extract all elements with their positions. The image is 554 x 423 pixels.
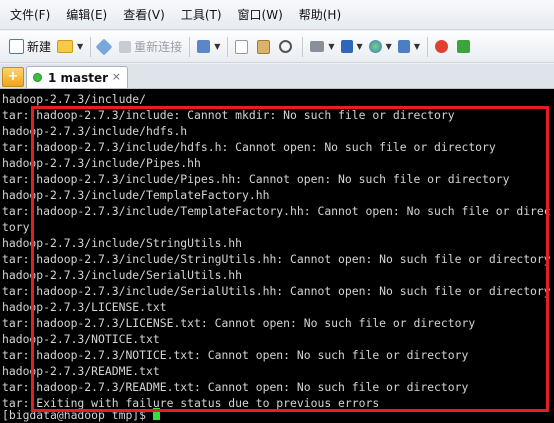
terminal-line: tar: hadoop-2.7.3/include: Cannot mkdir:… [2,108,455,122]
new-session-icon [9,39,24,54]
terminal-prompt-line: [bigdata@hadoop tmp]$ [2,407,160,423]
close-icon[interactable]: × [112,70,121,83]
terminal-line: hadoop-2.7.3/include/ [2,92,147,106]
add-tab-button[interactable]: + [2,67,24,87]
paste-button[interactable] [254,36,276,58]
reconnect-button[interactable]: 重新连接 [116,36,185,58]
terminal-line: hadoop-2.7.3/include/TemplateFactory.hh [2,188,270,202]
properties-icon [197,40,211,53]
print-icon [310,41,325,52]
terminal-line: tar: hadoop-2.7.3/include/Pipes.hh: Cann… [2,172,510,186]
copy-button[interactable] [232,36,254,58]
terminal-line: tar: hadoop-2.7.3/NOTICE.txt: Cannot ope… [2,348,469,362]
terminal-line: tar: hadoop-2.7.3/include/TemplateFactor… [2,204,551,218]
globe-button[interactable]: ▼ [366,36,395,58]
terminal-line: hadoop-2.7.3/include/hdfs.h [2,124,188,138]
print-button[interactable]: ▼ [307,36,337,58]
properties-button[interactable]: ▼ [194,36,223,58]
menu-edit[interactable]: 编辑(E) [66,4,107,25]
reconnect-icon [119,40,132,53]
terminal-line: hadoop-2.7.3/include/SerialUtils.hh [2,268,243,282]
terminal-line: tar: hadoop-2.7.3/LICENSE.txt: Cannot op… [2,316,476,330]
menu-view[interactable]: 查看(V) [123,4,165,25]
terminal-line: hadoop-2.7.3/include/StringUtils.hh [2,236,243,250]
new-session-label: 新建 [27,40,52,54]
chevron-down-icon: ▼ [385,42,392,51]
toolbar-separator [189,36,191,57]
terminal-line: tar: hadoop-2.7.3/README.txt: Cannot ope… [2,380,469,394]
terminal-line: tory [2,220,30,234]
toolbar: 新建 ▼ 重新连接 ▼ ▼ ▼ ▼ ▼ [0,31,554,63]
link-button[interactable] [95,36,116,58]
chevron-down-icon: ▼ [413,42,420,51]
terminal-line: hadoop-2.7.3/LICENSE.txt [2,300,167,314]
toolbar-separator [302,36,304,57]
chevron-down-icon: ▼ [356,42,363,51]
globe-icon [368,40,382,53]
toolbar-separator [426,36,428,57]
folder-icon [57,40,74,53]
menu-bar: 文件(F) 编辑(E) 查看(V) 工具(T) 窗口(W) 帮助(H) [0,0,554,30]
font-icon [397,40,410,53]
xftp-icon [434,40,448,53]
link-icon [95,38,113,55]
text-cursor [152,408,160,420]
tab-label: 1 master [48,70,109,85]
toolbar-separator [90,36,92,57]
terminal-line: hadoop-2.7.3/README.txt [2,364,160,378]
open-folder-button[interactable]: ▼ [54,36,86,58]
chevron-down-icon: ▼ [214,42,221,51]
search-icon [279,40,293,53]
menu-window[interactable]: 窗口(W) [238,4,283,25]
terminal-line: tar: hadoop-2.7.3/include/SerialUtils.hh… [2,284,551,298]
shell-prompt: [bigdata@hadoop tmp]$ [2,408,153,422]
script-icon [456,40,470,53]
toolbar-separator [227,36,229,57]
menu-tools[interactable]: 工具(T) [181,4,222,25]
paste-icon [257,39,271,54]
chevron-down-icon: ▼ [77,42,84,51]
session-tab-bar: + 1 master × [0,64,554,89]
transfer-button[interactable]: ▼ [338,36,366,58]
transfer-icon [340,40,353,53]
terminal-line: tar: hadoop-2.7.3/include/StringUtils.hh… [2,252,551,266]
terminal-output[interactable]: hadoop-2.7.3/include/ tar: hadoop-2.7.3/… [0,89,554,423]
font-button[interactable]: ▼ [395,36,423,58]
reconnect-label: 重新连接 [134,40,183,54]
find-button[interactable] [276,36,298,58]
xftp-button[interactable] [432,36,454,58]
script-button[interactable] [454,36,476,58]
terminal-line: hadoop-2.7.3/NOTICE.txt [2,332,160,346]
new-session-button[interactable]: 新建 [6,36,54,58]
terminal-line: tar: hadoop-2.7.3/include/hdfs.h: Cannot… [2,140,496,154]
chevron-down-icon: ▼ [328,42,335,51]
menu-file[interactable]: 文件(F) [10,4,50,25]
copy-icon [235,39,249,54]
terminal-line: hadoop-2.7.3/include/Pipes.hh [2,156,201,170]
menu-help[interactable]: 帮助(H) [299,4,341,25]
tab-master[interactable]: 1 master × [26,66,128,88]
connected-status-icon [33,73,42,82]
